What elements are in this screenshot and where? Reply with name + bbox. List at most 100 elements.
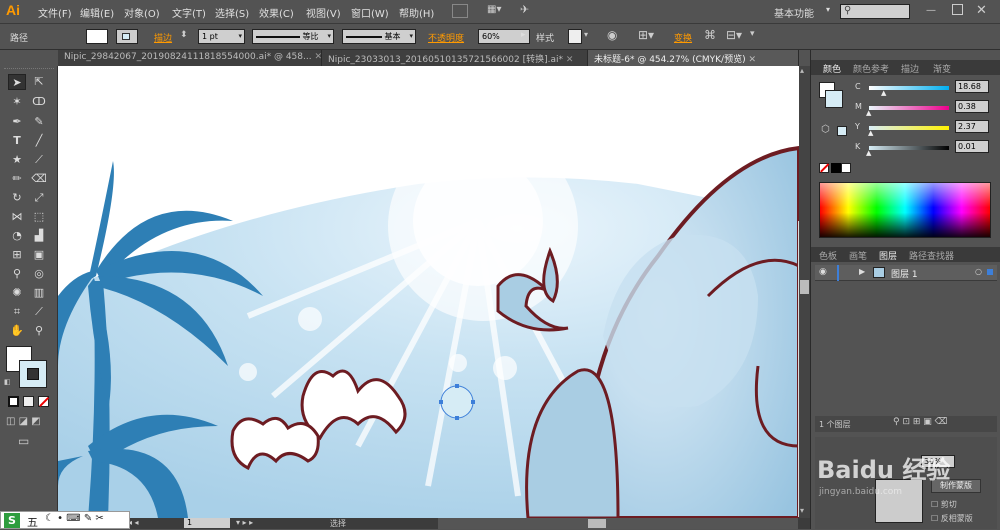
stroke-link[interactable]: 描边 <box>154 31 172 44</box>
bridge-icon[interactable] <box>452 4 468 18</box>
curvature-tool-icon[interactable]: ✎ <box>30 114 48 130</box>
paintbrush-icon[interactable]: ⟋ <box>30 152 48 168</box>
layer-name[interactable]: 图层 1 <box>891 267 918 280</box>
ime-toolbar-icons[interactable]: ☾ • ⌨ ✎ ✂ <box>45 513 104 524</box>
h-scroll-thumb[interactable] <box>588 519 606 528</box>
width-tool-icon[interactable]: ⋈ <box>8 209 26 225</box>
color-spectrum[interactable] <box>819 182 991 238</box>
target-icon[interactable]: ○ <box>975 267 982 276</box>
star-tool-icon[interactable]: ★ <box>8 152 26 168</box>
tab-gradient[interactable]: 渐变 <box>933 62 951 75</box>
isolate-icon[interactable]: ⌘ <box>704 28 716 42</box>
artboard-number[interactable]: 1 <box>184 518 230 528</box>
stepper-icon[interactable]: ⬍ <box>180 30 188 40</box>
menu-view[interactable]: 视图(V) <box>306 5 341 20</box>
scroll-thumb[interactable] <box>800 280 809 294</box>
black-swatch[interactable] <box>831 163 841 173</box>
maximize-icon[interactable] <box>952 4 963 15</box>
doc-tab-1[interactable]: Nipic_29842067_20190824111818554000.ai* … <box>58 50 322 66</box>
gradient-tool-icon[interactable]: ▣ <box>30 247 48 263</box>
style-swatch[interactable] <box>568 29 582 44</box>
eyedropper-icon[interactable]: ⚲ <box>8 266 26 282</box>
tab-swatches[interactable]: 色板 <box>819 249 837 262</box>
menu-file[interactable]: 文件(F) <box>38 5 72 20</box>
opacity-link[interactable]: 不透明度 <box>428 31 464 44</box>
last-color-chip[interactable] <box>837 126 847 136</box>
eraser-icon[interactable]: ⌫ <box>30 171 48 187</box>
vertical-scrollbar[interactable]: ▴ ▾ <box>799 66 810 518</box>
hand-tool-icon[interactable]: ✋ <box>8 323 26 339</box>
chevron-down-icon[interactable]: ▾ <box>826 5 830 14</box>
invert-mask-checkbox[interactable]: ☐ 反相蒙版 <box>931 513 973 524</box>
white-swatch[interactable] <box>841 163 851 173</box>
tab-layers[interactable]: 图层 <box>879 249 897 262</box>
channel-slider-y[interactable] <box>869 126 949 130</box>
panel-stroke-swatch[interactable] <box>825 90 843 108</box>
gpu-performance-icon[interactable]: ✈ <box>520 3 538 19</box>
channel-value-k[interactable]: 0.01 <box>955 140 989 153</box>
artboard-canvas[interactable] <box>58 66 799 518</box>
horizontal-scrollbar[interactable] <box>438 518 798 529</box>
layer-actions-icons[interactable]: ⚲ ⊡ ⊞ ▣ ⌫ <box>893 417 947 427</box>
channel-value-c[interactable]: 18.68 <box>955 80 989 93</box>
screen-mode-icon[interactable]: ▭ <box>18 434 29 448</box>
tab-color-guide[interactable]: 颜色参考 <box>853 62 889 75</box>
type-tool-icon[interactable]: T <box>8 133 26 149</box>
panel-grip[interactable] <box>4 68 54 71</box>
zoom-tool-icon[interactable]: ⚲ <box>30 323 48 339</box>
line-tool-icon[interactable]: ╱ <box>30 133 48 149</box>
channel-slider-k[interactable] <box>869 146 949 150</box>
none-swatch[interactable] <box>819 163 829 173</box>
menu-edit[interactable]: 编辑(E) <box>80 5 114 20</box>
menu-select[interactable]: 选择(S) <box>215 5 249 20</box>
slider-knob-icon[interactable]: ▲ <box>868 129 873 137</box>
stroke-weight-field[interactable]: 1 pt ▾ <box>198 29 245 44</box>
ime-mode-label[interactable]: 五 <box>27 514 38 530</box>
variable-width-profile[interactable]: 等比 ▾ <box>252 29 334 44</box>
tab-color[interactable]: 颜色 <box>823 62 841 75</box>
gradient-mode-icon[interactable] <box>23 396 34 407</box>
scale-tool-icon[interactable]: ⤢ <box>30 190 48 206</box>
expand-icon[interactable]: ▶ <box>859 267 865 276</box>
align-icon[interactable]: ⊞▾ <box>638 28 654 42</box>
eye-icon[interactable]: ◉ <box>819 267 827 277</box>
recolor-artwork-icon[interactable]: ◉ <box>607 28 617 42</box>
blend-tool-icon[interactable]: ◎ <box>30 266 48 282</box>
channel-value-y[interactable]: 2.37 <box>955 120 989 133</box>
doc-tab-2[interactable]: Nipic_23033013_20160510135721566002 [转换]… <box>322 50 588 66</box>
tab-pathfinder[interactable]: 路径查找器 <box>909 249 954 262</box>
slider-knob-icon[interactable]: ▲ <box>881 89 886 97</box>
close-icon[interactable]: ✕ <box>976 3 987 18</box>
menu-effect[interactable]: 效果(C) <box>259 5 294 20</box>
slice-tool-icon[interactable]: ⟋ <box>30 304 48 320</box>
none-mode-icon[interactable] <box>38 396 49 407</box>
channel-slider-m[interactable] <box>869 106 949 110</box>
symbol-sprayer-icon[interactable]: ✺ <box>8 285 26 301</box>
selection-indicator[interactable] <box>987 269 993 275</box>
scroll-up-icon[interactable]: ▴ <box>800 66 804 75</box>
scroll-down-icon[interactable]: ▾ <box>800 506 804 515</box>
stroke-color-box[interactable] <box>19 360 47 388</box>
draw-mode-icon[interactable]: ◫ ◪ ◩ <box>6 416 41 427</box>
opacity-arrow-icon[interactable]: ▸ <box>521 30 526 40</box>
clip-checkbox[interactable]: ☐ 剪切 <box>931 499 957 510</box>
rotate-tool-icon[interactable]: ↻ <box>8 190 26 206</box>
slider-knob-icon[interactable]: ▲ <box>866 109 871 117</box>
chevron-down-icon[interactable]: ▾ <box>584 30 588 39</box>
doc-tab-3[interactable]: 未标题-6* @ 454.27% (CMYK/预览) ✕ <box>588 50 799 66</box>
panel-menu-icon[interactable]: ▾ <box>750 29 755 39</box>
lasso-icon[interactable]: ↀ <box>30 94 48 110</box>
color-mode-icon[interactable] <box>8 396 19 407</box>
mesh-tool-icon[interactable]: ⊞ <box>8 247 26 263</box>
close-icon[interactable]: ✕ <box>748 55 756 65</box>
magic-wand-icon[interactable]: ✶ <box>8 94 26 110</box>
close-icon[interactable]: ✕ <box>566 55 574 65</box>
brush-definition[interactable]: 基本 ▾ <box>342 29 416 44</box>
select-similar-icon[interactable]: ⊟▾ <box>726 28 742 42</box>
transform-link[interactable]: 变换 <box>674 31 692 44</box>
menu-window[interactable]: 窗口(W) <box>351 5 389 20</box>
close-icon[interactable]: ✕ <box>314 52 322 62</box>
artboard-tool-icon[interactable]: ⌗ <box>8 304 26 320</box>
shape-builder-icon[interactable]: ◔ <box>8 228 26 244</box>
selection-tool-icon[interactable]: ➤ <box>8 74 26 90</box>
